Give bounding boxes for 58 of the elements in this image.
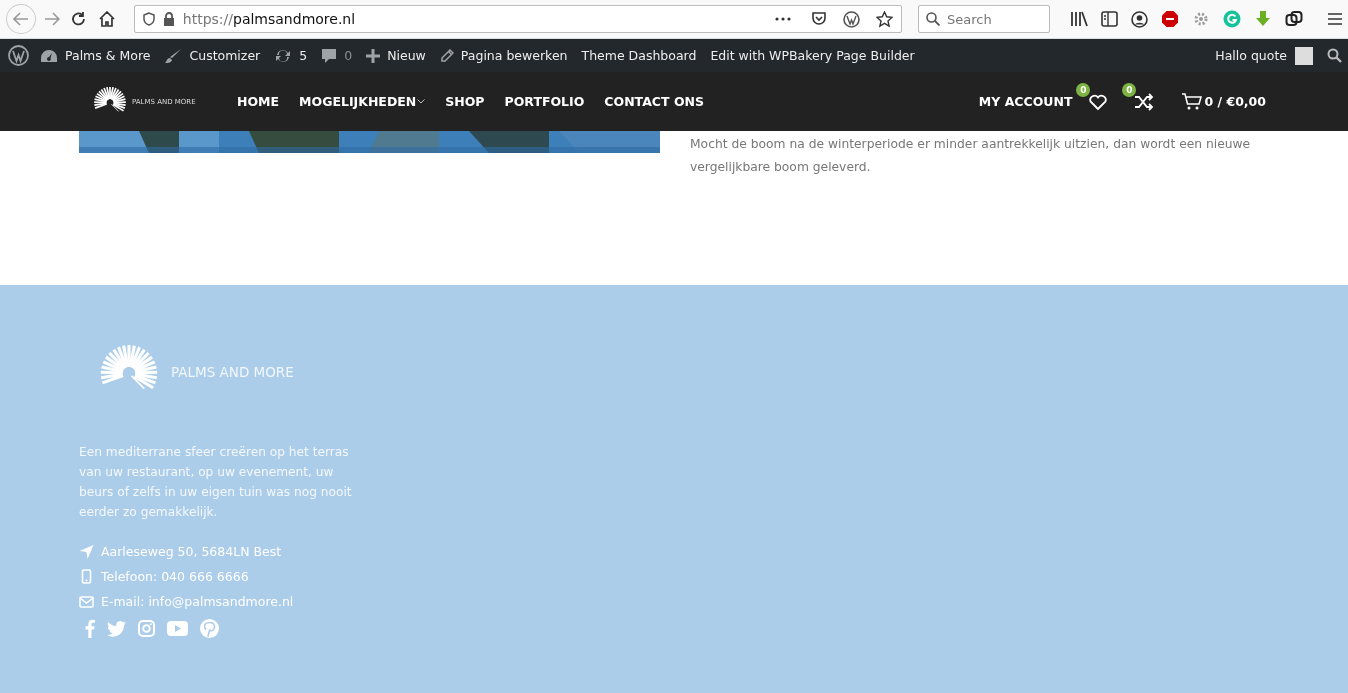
contact-text: E-mail: info@palmsandmore.nl [101,594,294,609]
admin-bar-item[interactable]: Theme Dashboard [574,39,704,72]
avatar-icon[interactable] [1295,46,1313,65]
gear-icon[interactable] [1192,10,1210,28]
admin-bar-item[interactable]: Pagina bewerken [432,39,575,72]
sidebar-icon[interactable] [1101,11,1118,27]
forward-button[interactable] [43,12,60,26]
account-link[interactable]: MY ACCOUNT [978,94,1073,109]
admin-bar-item[interactable]: Nieuw [359,39,433,72]
account-icon[interactable] [1131,10,1148,28]
plus-icon [366,48,381,63]
shuffle-icon[interactable] [1134,92,1155,111]
shield-icon [142,12,155,26]
nav-link[interactable]: PORTFOLIO [504,94,585,109]
compare-count: 0 [1122,82,1137,97]
user-greeting[interactable]: Hallo quote [1215,48,1287,63]
location-arrow-icon [79,544,94,559]
phone-icon [79,569,94,584]
lock-icon [162,12,175,26]
body-text: Mocht de boom na de winterperiode er minder aantrekkelijk uitzien, dan wordt een nieuwe vergelijkbare boom geleverd. [690,136,1252,176]
admin-bar-item[interactable]: 0 [314,39,360,72]
brush-icon [164,47,183,64]
pencil-icon [439,48,454,63]
arrow-left-icon [12,12,29,26]
more-icon[interactable] [775,17,791,21]
refresh-icon [274,47,293,64]
admin-bar-item[interactable]: Customizer [157,39,268,72]
link-icon[interactable] [1285,10,1303,28]
wordpress-icon[interactable] [843,10,860,28]
search-icon [926,12,940,26]
nav-link[interactable]: HOME [237,94,280,109]
download-arrow-icon[interactable] [1254,10,1272,28]
library-icon[interactable] [1070,11,1088,27]
cart-icon[interactable] [1182,92,1203,111]
footer-description: Een mediterrane sfeer creëren op het terras van uw restaurant, op uw evenement, uw beurs of zelfs in uw eigen tuin was nog nooit eerder zo gemakkelijk. [79,444,353,521]
admin-bar-item[interactable]: Edit with WPBakery Page Builder [703,39,922,72]
nav-link[interactable]: SHOP [445,94,485,109]
address-bar[interactable]: https://palmsandmore.nl [133,5,902,33]
cart-total[interactable]: 0 / €0,00 [1204,94,1266,109]
contact-text: Aarleseweg 50, 5684LN Best [101,544,282,559]
nav-link[interactable]: MOGELIJKHEDEN [299,94,426,109]
comment-icon [321,47,338,64]
wishlist-count: 0 [1076,82,1091,97]
contact-text: Telefoon: 040 666 6666 [101,569,249,584]
admin-bar-item[interactable]: 5 [267,39,315,72]
wordpress-logo-icon[interactable] [8,45,29,66]
star-icon[interactable] [876,10,893,28]
menu-icon[interactable] [1328,12,1342,26]
envelope-icon [79,595,94,608]
admin-bar-item[interactable]: Palms & More [33,39,158,72]
search-field[interactable]: Search [918,5,1050,33]
pocket-icon[interactable] [811,11,827,27]
heart-icon[interactable] [1088,92,1109,111]
nav-link[interactable]: CONTACT ONS [604,94,704,109]
dashboard-icon [40,48,58,63]
search-icon[interactable] [1327,48,1342,63]
stop-sign-icon[interactable] [1161,10,1179,28]
home-icon[interactable] [97,11,116,27]
